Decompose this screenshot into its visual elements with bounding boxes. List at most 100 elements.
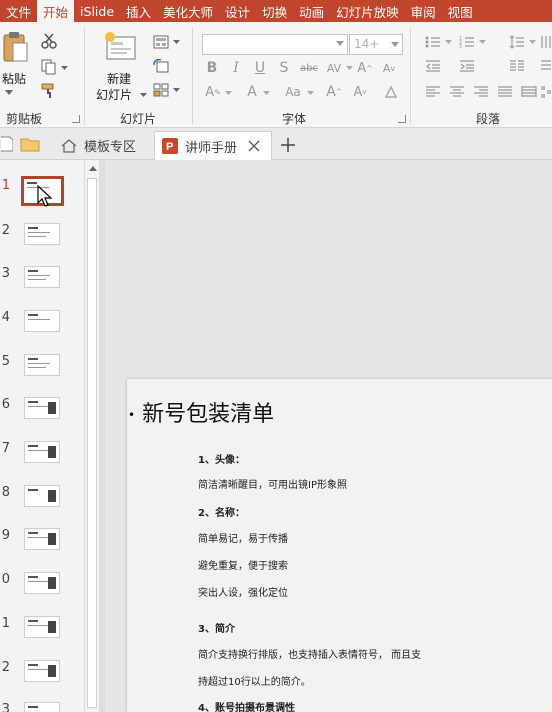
text-direction-icon[interactable] [540,34,552,50]
menu-tab-review[interactable]: 审阅 [405,0,442,22]
font-size-input[interactable]: 14+ [349,34,403,55]
reset-slide-icon[interactable] [152,58,170,74]
bullets-icon[interactable] [424,34,442,50]
slide-title[interactable]: • 新号包装清单 [128,396,274,428]
section-dropdown-icon[interactable] [172,87,180,93]
justify-icon[interactable] [496,84,514,100]
italic-icon[interactable]: I [228,60,244,76]
folder-icon[interactable] [20,136,40,152]
scroll-up-icon[interactable] [89,166,97,171]
menu-tab-islide[interactable]: iSlide [74,0,120,22]
document-icon[interactable] [0,136,14,152]
menu-tab-view[interactable]: 视图 [442,0,479,22]
line-spacing-dropdown-icon[interactable] [528,39,536,45]
tab-template-zone[interactable]: 模板专区 [56,131,150,160]
line-spacing-icon[interactable] [508,34,526,50]
align-text-icon[interactable] [540,58,552,74]
menu-tab-slideshow[interactable]: 幻灯片放映 [330,0,405,22]
menu-tab-design[interactable]: 设计 [219,0,256,22]
paste-label[interactable]: 粘贴 [2,70,26,87]
smartart-icon[interactable] [540,84,552,100]
slide-text-line: 持超过10行以上的简介。 [198,677,311,688]
decrease-font-icon[interactable]: Av [380,60,398,76]
align-left-icon[interactable] [424,84,442,100]
new-slide-label-line1[interactable]: 新建 [107,70,131,87]
bold-icon[interactable]: B [204,60,220,76]
menu-tab-transitions[interactable]: 切换 [256,0,293,22]
bullets-dropdown-icon[interactable] [444,39,452,45]
new-slide-dropdown-icon[interactable] [139,92,147,98]
decrease-indent-icon[interactable] [424,58,442,74]
distributed-icon[interactable] [520,84,538,100]
clear-format-icon[interactable]: A ✎ [204,84,222,100]
close-icon[interactable] [247,139,261,153]
paste-dropdown-icon[interactable] [4,88,14,96]
new-slide-label-line2[interactable]: 幻灯片 [96,86,132,103]
slide-thumbnail[interactable] [24,660,60,682]
slide-number: 5 [1,354,10,369]
menu-tab-beautify[interactable]: 美化大师 [157,0,219,22]
change-case-icon[interactable]: Aa [282,84,304,100]
strikethrough-icon[interactable]: abc [298,60,320,76]
font-name-dropdown-icon[interactable] [336,41,344,46]
format-painter-icon[interactable] [40,82,58,100]
slide-thumbnail[interactable] [24,572,60,594]
change-case-dropdown-icon[interactable] [306,90,314,96]
slide-thumbnail[interactable] [24,528,60,550]
numbering-icon[interactable]: 123 [458,34,476,50]
slide-number: 2 [1,660,10,675]
paste-icon[interactable] [0,30,30,66]
slide-thumbnail[interactable] [24,702,60,712]
slide-thumbnail[interactable] [24,616,60,638]
slide-text-line: 3、简介 [198,624,235,635]
superscript-icon[interactable]: A ^ [326,84,342,100]
char-spacing-dropdown-icon[interactable] [345,65,353,71]
layout-dropdown-icon[interactable] [172,39,180,45]
columns-icon[interactable] [508,58,526,74]
tab-lecturer-handbook[interactable]: P 讲师手册 [154,131,272,160]
menu-tab-animations[interactable]: 动画 [293,0,330,22]
new-slide-icon[interactable] [102,30,138,64]
align-right-icon[interactable] [472,84,490,100]
subscript-icon[interactable]: Av [352,84,368,100]
new-tab-plus-icon[interactable] [278,135,298,155]
font-launcher-icon[interactable] [398,115,406,123]
align-center-icon[interactable] [448,84,466,100]
numbering-dropdown-icon[interactable] [478,39,486,45]
slide-thumbnail[interactable] [24,397,60,419]
menu-tab-insert[interactable]: 插入 [120,0,157,22]
font-name-input[interactable] [202,34,348,55]
clipboard-launcher-icon[interactable] [72,115,80,123]
menu-tab-home[interactable]: 开始 [37,0,75,22]
font-size-dropdown-icon[interactable] [391,42,399,47]
increase-font-icon[interactable]: A ^ [356,60,374,76]
shadow-icon[interactable]: S [276,60,292,76]
slide-thumbnail[interactable] [24,310,60,332]
slide-number: 2 [1,223,10,238]
copy-dropdown-icon[interactable] [60,64,68,72]
scrollbar-thumb[interactable] [87,178,97,708]
font-size-value: 14+ [354,37,380,51]
slide-thumbnail[interactable] [24,266,60,288]
slide-thumbnail[interactable] [24,485,60,507]
menu-tab-file[interactable]: 文件 [0,0,37,22]
slide-canvas[interactable]: • 新号包装清单 1、头像： 简洁清晰醒目，可用出镜IP形象照 2、名称： 简单… [127,379,552,712]
font-color-dropdown-icon[interactable] [262,90,270,96]
thumbnail-scrollbar[interactable] [84,160,100,712]
font-color-icon[interactable]: A [244,84,260,100]
copy-icon[interactable] [40,58,58,76]
slide-number: 9 [1,528,10,543]
cut-icon[interactable] [40,32,58,50]
slide-thumbnail[interactable] [24,354,60,376]
slide-thumbnail[interactable] [24,223,60,245]
slide-thumbnail[interactable] [24,441,60,463]
text-highlight-icon[interactable] [382,84,400,100]
layout-icon[interactable] [152,34,170,50]
text-effects-dropdown-icon[interactable] [224,90,232,96]
svg-text:P: P [166,141,173,153]
increase-indent-icon[interactable] [458,58,476,74]
section-icon[interactable] [152,82,170,98]
underline-icon[interactable]: U [252,60,268,76]
home-icon [60,138,78,154]
char-spacing-icon[interactable]: AV [324,58,344,78]
